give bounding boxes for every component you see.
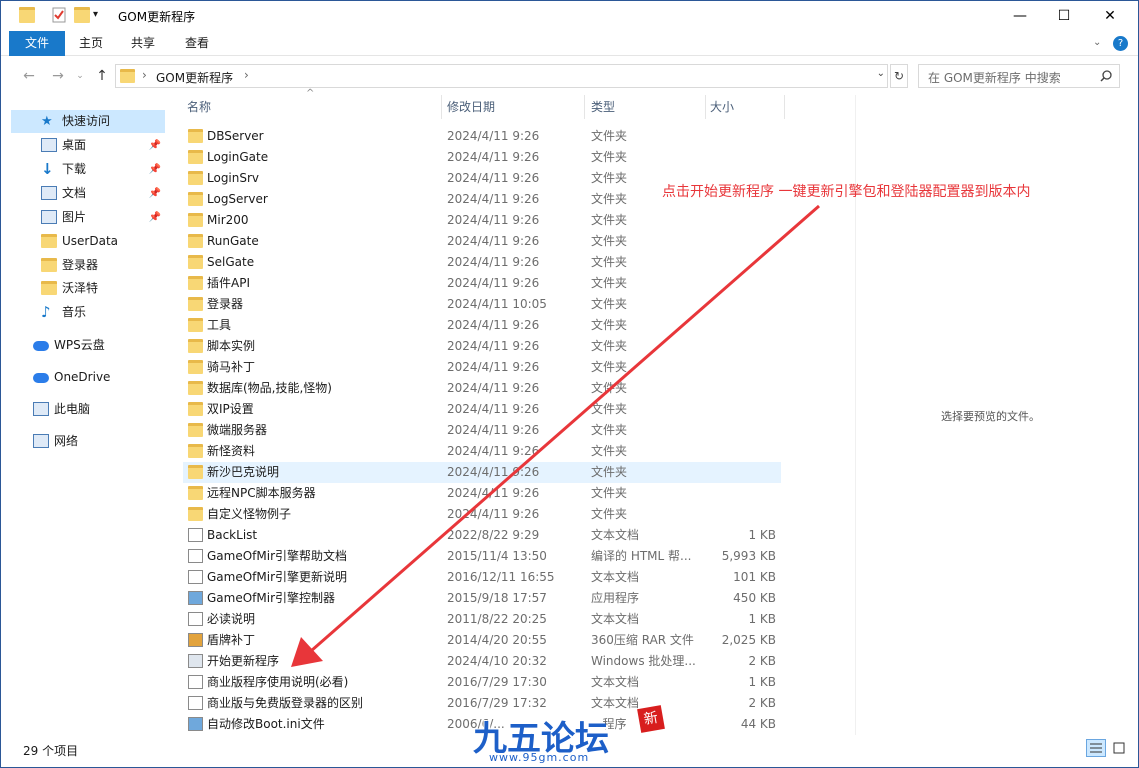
item-count: 29 个项目 — [23, 744, 79, 758]
watermark-url: www.95gm.com — [489, 751, 590, 764]
explorer-window: ▾ GOM更新程序 — ☐ ✕ 文件 主页 共享 查看 ⌄ ? ← → ⌄ ↑ … — [0, 0, 1139, 768]
annotation-arrow — [291, 204, 820, 667]
new-badge: 新 — [637, 705, 665, 733]
forum-watermark: 九五论坛 www.95gm.com 新 — [469, 705, 669, 765]
large-icons-view-icon[interactable] — [1109, 739, 1129, 757]
details-view-icon[interactable] — [1086, 739, 1106, 757]
